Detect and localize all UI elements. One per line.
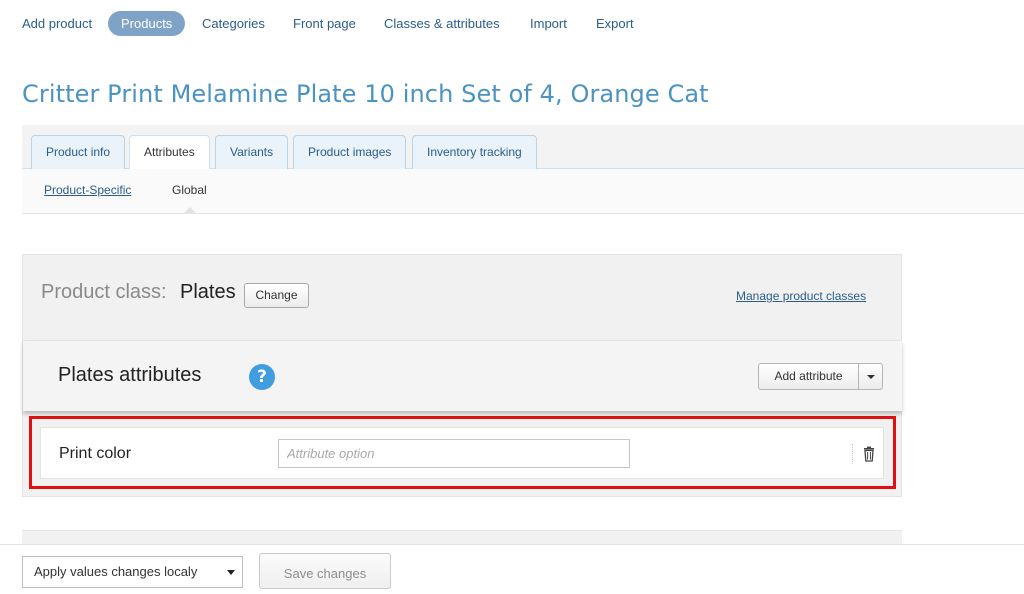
tab-variants[interactable]: Variants	[215, 135, 289, 169]
tab-attributes[interactable]: Attributes	[129, 135, 210, 170]
nav-classes-attributes[interactable]: Classes & attributes	[384, 11, 500, 36]
page-title: Critter Print Melamine Plate 10 inch Set…	[22, 80, 709, 108]
apply-values-select[interactable]: Apply values changes localy	[22, 556, 243, 588]
attribute-group-title: Plates attributes	[58, 364, 202, 386]
product-class-value: Plates	[180, 281, 236, 303]
manage-product-classes-link[interactable]: Manage product classes	[736, 289, 866, 303]
save-changes-button[interactable]: Save changes	[259, 553, 391, 589]
tab-product-info[interactable]: Product info	[31, 135, 126, 169]
add-attribute-button[interactable]: Add attribute	[758, 363, 859, 390]
subtab-product-specific[interactable]: Product-Specific	[44, 183, 131, 197]
add-attribute-dropdown-toggle[interactable]	[858, 363, 883, 390]
tab-inventory-tracking[interactable]: Inventory tracking	[412, 135, 537, 169]
nav-front-page[interactable]: Front page	[293, 11, 356, 36]
nav-products[interactable]: Products	[108, 11, 186, 36]
tab-product-images[interactable]: Product images	[293, 135, 407, 169]
product-class-label: Product class:	[41, 281, 167, 303]
apply-values-select-value: Apply values changes localy	[34, 564, 198, 579]
highlight-annotation-box	[29, 416, 896, 489]
nav-categories[interactable]: Categories	[202, 11, 265, 36]
chevron-down-icon	[227, 570, 235, 575]
change-class-button[interactable]: Change	[244, 283, 309, 308]
attribute-subtabs: Product-Specific Global	[22, 169, 1024, 214]
top-navigation: Add product Products Categories Front pa…	[0, 0, 1024, 46]
nav-import[interactable]: Import	[530, 11, 567, 36]
active-subtab-pointer	[184, 207, 196, 213]
subtab-global[interactable]: Global	[172, 183, 207, 197]
nav-export[interactable]: Export	[596, 11, 634, 36]
question-circle-icon[interactable]: ?	[249, 364, 275, 390]
nav-add-product[interactable]: Add product	[22, 11, 92, 36]
product-tabs: Product info Attributes Variants Product…	[22, 125, 1024, 170]
